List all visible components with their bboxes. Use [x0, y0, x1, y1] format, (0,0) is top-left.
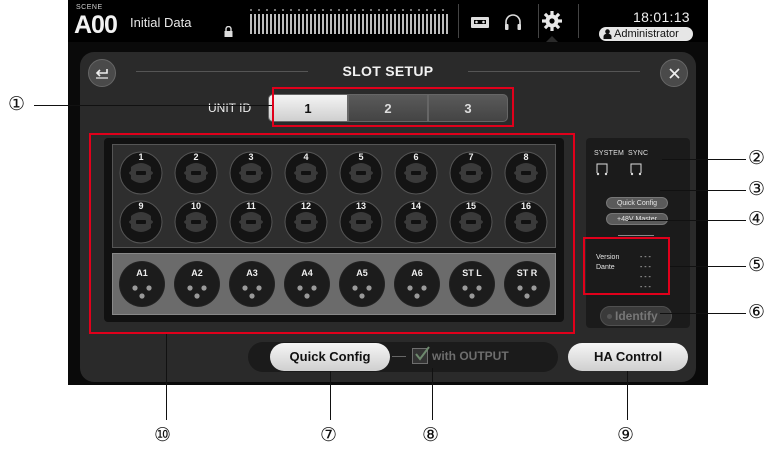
callout-7: ⑦	[320, 424, 338, 446]
user-badge[interactable]: Administrator	[599, 27, 693, 41]
callout-leader	[660, 190, 746, 191]
callout-leader	[660, 313, 746, 314]
callout-leader	[166, 334, 167, 420]
close-button[interactable]	[660, 59, 688, 87]
phantom-master-indicator: +48V Master	[606, 213, 668, 225]
sync-indicator	[630, 163, 642, 176]
callout-9: ⑨	[617, 424, 635, 446]
scene-number[interactable]: A00	[74, 11, 118, 39]
checkmark-icon	[415, 346, 430, 361]
divider	[458, 4, 459, 38]
callout-4: ④	[748, 208, 766, 230]
identify-button[interactable]: Identify	[600, 306, 672, 326]
scene-label: SCENE	[76, 4, 103, 11]
gear-icon[interactable]	[540, 9, 564, 33]
callout-box-version	[583, 237, 670, 295]
link-line	[392, 356, 406, 357]
ha-control-button[interactable]: HA Control	[568, 343, 688, 371]
selected-caret-icon	[546, 36, 558, 42]
callout-1: ①	[8, 93, 26, 115]
status-bar: SCENE A00 Initial Data 18:01:13 Administ…	[68, 0, 708, 42]
callout-10: ⑩	[154, 424, 172, 446]
recorder-icon[interactable]	[469, 13, 491, 31]
callout-2: ②	[748, 147, 766, 169]
with-output-checkbox[interactable]	[412, 346, 430, 364]
system-indicator	[596, 163, 608, 176]
headphones-icon[interactable]	[502, 13, 524, 31]
status-panel: SYSTEM SYNC Quick Config +48V Master Ver…	[586, 138, 690, 328]
divider	[578, 4, 579, 38]
callout-leader	[662, 159, 746, 160]
divider	[618, 235, 654, 236]
unit-id-label: UNIT ID	[208, 101, 252, 115]
callout-box-unit-id	[272, 87, 514, 127]
identify-label: Identify	[615, 309, 658, 323]
user-name: Administrator	[614, 28, 679, 40]
callout-leader	[432, 368, 433, 420]
scene-name[interactable]: Initial Data	[130, 15, 191, 30]
system-label: SYSTEM	[594, 150, 624, 157]
quick-config-button[interactable]: Quick Config	[270, 343, 390, 371]
with-output-label: with OUTPUT	[432, 349, 509, 363]
sync-label: SYNC	[628, 150, 649, 157]
clock: 18:01:13	[633, 9, 690, 25]
divider	[538, 4, 539, 38]
callout-leader	[670, 266, 746, 267]
callout-8: ⑧	[422, 424, 440, 446]
user-icon	[603, 29, 612, 39]
lock-icon	[224, 26, 233, 37]
callout-6: ⑥	[748, 301, 766, 323]
callout-box-io	[89, 133, 575, 334]
identify-led	[607, 314, 612, 319]
quick-config-indicator: Quick Config	[606, 197, 668, 209]
callout-leader	[330, 371, 331, 420]
close-icon	[669, 68, 680, 79]
title-rule	[468, 71, 640, 72]
callout-5: ⑤	[748, 254, 766, 276]
callout-3: ③	[748, 178, 766, 200]
callout-leader	[628, 220, 746, 221]
callout-leader	[627, 371, 628, 420]
level-meter[interactable]	[248, 8, 448, 36]
callout-leader	[34, 105, 272, 106]
